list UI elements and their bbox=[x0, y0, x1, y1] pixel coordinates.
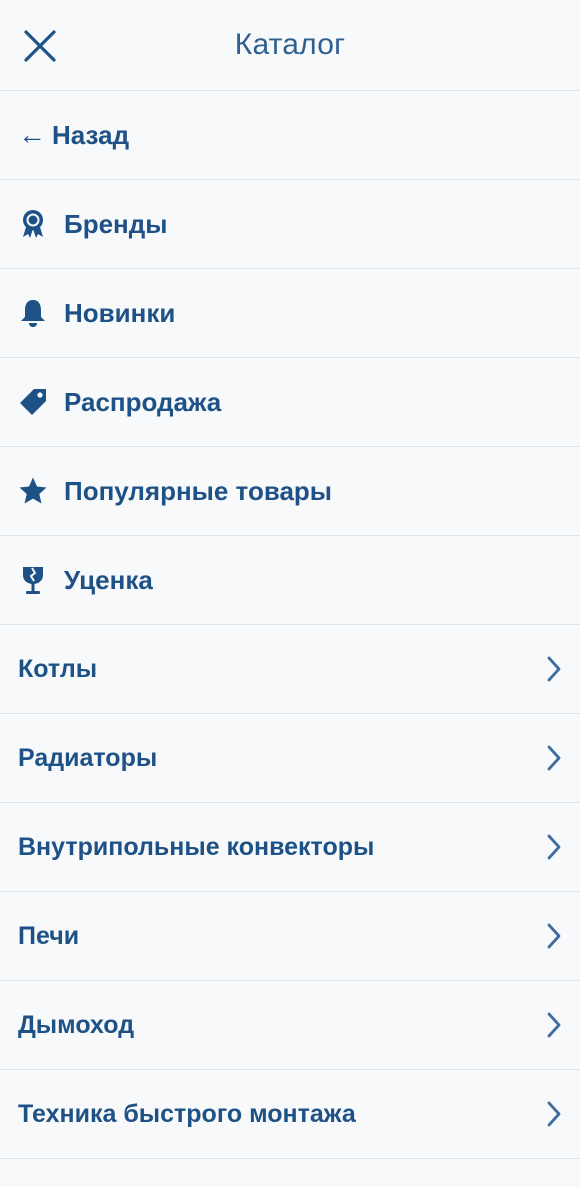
badge-icon bbox=[18, 209, 48, 239]
bell-icon bbox=[18, 298, 48, 328]
chevron-right-icon bbox=[542, 1099, 566, 1129]
category-label: Внутрипольные конвекторы bbox=[18, 832, 375, 861]
header: Каталог bbox=[0, 0, 580, 91]
chevron-right-icon bbox=[542, 1010, 566, 1040]
category-boilers[interactable]: Котлы bbox=[0, 625, 580, 714]
menu-item-brands[interactable]: Бренды bbox=[0, 180, 580, 269]
menu-item-label: Популярные товары bbox=[64, 475, 333, 506]
menu-item-label: Распродажа bbox=[64, 386, 222, 417]
category-quick-install[interactable]: Техника быстрого монтажа bbox=[0, 1070, 580, 1159]
category-chimney[interactable]: Дымоход bbox=[0, 981, 580, 1070]
menu-item-label: Новинки bbox=[64, 297, 176, 328]
chevron-right-icon bbox=[542, 654, 566, 684]
menu-item-label: Уценка bbox=[64, 564, 153, 595]
category-label: Техника быстрого монтажа bbox=[18, 1099, 356, 1128]
star-icon bbox=[18, 476, 48, 506]
menu-item-new[interactable]: Новинки bbox=[0, 269, 580, 358]
menu-item-markdown[interactable]: Уценка bbox=[0, 536, 580, 625]
menu-item-popular[interactable]: Популярные товары bbox=[0, 447, 580, 536]
chevron-right-icon bbox=[542, 832, 566, 862]
category-radiators[interactable]: Радиаторы bbox=[0, 714, 580, 803]
chevron-right-icon bbox=[542, 743, 566, 773]
category-label: Котлы bbox=[18, 654, 98, 683]
category-floor-convectors[interactable]: Внутрипольные конвекторы bbox=[0, 803, 580, 892]
broken-glass-icon bbox=[18, 565, 48, 595]
category-label: Печи bbox=[18, 921, 80, 950]
back-button[interactable]: ← Назад bbox=[0, 91, 580, 180]
tag-icon bbox=[18, 387, 48, 417]
back-arrow-icon: ← bbox=[18, 119, 46, 150]
chevron-right-icon bbox=[542, 921, 566, 951]
back-label: Назад bbox=[52, 119, 130, 150]
page-title: Каталог bbox=[234, 28, 346, 61]
menu-item-sale[interactable]: Распродажа bbox=[0, 358, 580, 447]
catalog-menu: Каталог ← Назад Бренды Новинки Распродаж… bbox=[0, 0, 580, 1187]
category-stoves[interactable]: Печи bbox=[0, 892, 580, 981]
category-label: Дымоход bbox=[18, 1010, 135, 1039]
menu-item-label: Бренды bbox=[64, 208, 168, 239]
category-label: Радиаторы bbox=[18, 743, 158, 772]
